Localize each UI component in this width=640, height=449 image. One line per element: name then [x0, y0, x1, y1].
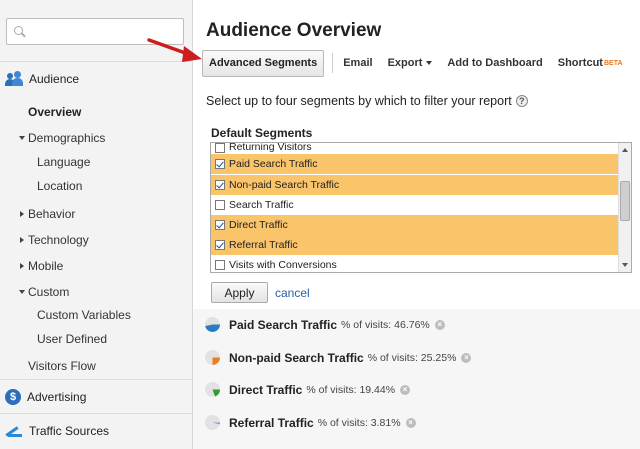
active-segment: Direct Traffic % of visits: 19.44% × [205, 382, 411, 397]
segment-percentage: % of visits: 3.81% [317, 416, 401, 429]
segment-name: Non-paid Search Traffic [229, 350, 364, 365]
segment-list[interactable]: Returning Visitors Paid Search Traffic N… [210, 142, 632, 273]
sidebar-item-user-defined[interactable]: User Defined [37, 332, 107, 346]
segment-name: Referral Traffic [229, 415, 314, 430]
divider [0, 379, 193, 380]
sidebar-item-technology[interactable]: Technology [20, 233, 89, 247]
segment-option-label: Paid Search Traffic [229, 158, 318, 170]
segment-name: Direct Traffic [229, 382, 303, 397]
segment-list-scrollbar[interactable] [618, 143, 631, 272]
sidebar-section-advertising[interactable]: $ Advertising [0, 382, 193, 412]
active-segment: Referral Traffic % of visits: 3.81% × [205, 415, 416, 430]
remove-segment-icon[interactable]: × [400, 384, 411, 395]
sidebar-section-audience[interactable]: Audience [0, 64, 193, 94]
remove-segment-icon[interactable]: × [405, 417, 416, 428]
collapsed-triangle-icon [20, 263, 24, 269]
sidebar-item-language[interactable]: Language [37, 155, 90, 169]
segment-option[interactable]: Search Traffic [211, 195, 619, 215]
expanded-triangle-icon [19, 290, 25, 294]
sidebar-item-custom-variables[interactable]: Custom Variables [37, 308, 131, 322]
annotation-arrow-icon [147, 38, 202, 62]
segment-instruction: Select up to four segments by which to f… [206, 94, 528, 108]
traffic-arrows-icon [5, 422, 23, 440]
segment-percentage: % of visits: 46.76% [341, 318, 430, 331]
search-icon [14, 26, 23, 35]
apply-button[interactable]: Apply [211, 282, 268, 303]
email-button[interactable]: Email [343, 57, 372, 69]
scroll-up-icon[interactable] [622, 148, 628, 152]
report-toolbar: Advanced Segments Email Export Add to Da… [202, 49, 638, 77]
segment-option[interactable]: Returning Visitors [211, 143, 619, 153]
collapsed-triangle-icon [20, 211, 24, 217]
sidebar-item-demographics[interactable]: Demographics [19, 131, 105, 145]
sidebar-item-location[interactable]: Location [37, 179, 82, 193]
expanded-triangle-icon [19, 136, 25, 140]
remove-segment-icon[interactable]: × [434, 319, 445, 330]
sidebar-item-label: Custom [28, 285, 70, 299]
segment-percentage: % of visits: 25.25% [367, 351, 457, 364]
sidebar-item-label: Technology [28, 233, 89, 247]
sidebar-item-behavior[interactable]: Behavior [20, 207, 75, 221]
sidebar-item-custom[interactable]: Custom [19, 285, 69, 299]
sidebar-section-label: Audience [29, 72, 80, 86]
dollar-icon: $ [5, 389, 21, 405]
collapsed-triangle-icon [20, 237, 24, 243]
scroll-thumb[interactable] [620, 181, 630, 221]
sidebar-item-overview[interactable]: Overview [28, 105, 81, 119]
segment-checkbox[interactable] [215, 180, 225, 190]
sidebar-item-label: Demographics [28, 131, 106, 145]
audience-icon [5, 70, 23, 88]
segment-option[interactable]: Paid Search Traffic [211, 154, 619, 174]
sidebar-section-traffic-sources[interactable]: Traffic Sources [0, 416, 193, 446]
add-to-dashboard-button[interactable]: Add to Dashboard [447, 57, 542, 69]
segment-option[interactable]: Non-paid Search Traffic [211, 175, 619, 195]
segment-pie-icon [205, 415, 220, 430]
segment-percentage: % of visits: 19.44% [306, 383, 396, 396]
segment-option[interactable]: Referral Traffic [211, 235, 619, 255]
beta-badge: BETA [603, 59, 623, 67]
toolbar-separator [332, 53, 334, 73]
sidebar-item-mobile[interactable]: Mobile [20, 259, 63, 273]
sidebar-item-visitors-flow[interactable]: Visitors Flow [28, 359, 96, 373]
segment-checkbox[interactable] [215, 260, 225, 270]
shortcut-button[interactable]: Shortcut BETA [558, 57, 623, 69]
divider [0, 413, 193, 414]
sidebar-item-label: Mobile [28, 259, 64, 273]
sidebar-item-label: Behavior [28, 207, 76, 221]
page-title: Audience Overview [206, 20, 382, 41]
sidebar-section-label: Traffic Sources [29, 424, 110, 438]
sidebar: Audience Overview Demographics Language … [0, 0, 193, 449]
shortcut-label: Shortcut [557, 57, 603, 69]
segment-option[interactable]: Visits with Conversions [211, 255, 619, 272]
chevron-down-icon [426, 61, 433, 65]
instruction-text: Select up to four segments by which to f… [206, 94, 512, 108]
segment-checkbox[interactable] [215, 200, 225, 210]
segment-checkbox[interactable] [215, 143, 225, 153]
segment-option-label: Direct Traffic [229, 219, 288, 231]
sidebar-section-label: Advertising [27, 390, 87, 404]
segment-checkbox[interactable] [215, 240, 225, 250]
segment-option-label: Non-paid Search Traffic [229, 179, 340, 191]
segment-name: Paid Search Traffic [229, 317, 338, 332]
export-label: Export [387, 57, 423, 69]
help-icon[interactable]: ? [515, 95, 528, 107]
segment-option-label: Search Traffic [229, 199, 294, 211]
active-segment: Paid Search Traffic % of visits: 46.76% … [205, 317, 445, 332]
remove-segment-icon[interactable]: × [461, 352, 472, 363]
default-segments-title: Default Segments [211, 126, 313, 140]
active-segment: Non-paid Search Traffic % of visits: 25.… [205, 350, 472, 365]
segment-checkbox[interactable] [215, 159, 225, 169]
cancel-link[interactable]: cancel [275, 286, 310, 300]
export-button[interactable]: Export [388, 57, 433, 69]
advanced-segments-button[interactable]: Advanced Segments [202, 49, 325, 77]
segment-option-label: Returning Visitors [229, 143, 312, 153]
segment-option-label: Visits with Conversions [229, 259, 337, 271]
scroll-down-icon[interactable] [622, 263, 628, 267]
segment-pie-icon [205, 382, 220, 397]
segment-option[interactable]: Direct Traffic [211, 215, 619, 235]
segment-option-label: Referral Traffic [229, 239, 298, 251]
segment-pie-icon [205, 350, 220, 365]
segment-checkbox[interactable] [215, 220, 225, 230]
segment-pie-icon [205, 317, 220, 332]
